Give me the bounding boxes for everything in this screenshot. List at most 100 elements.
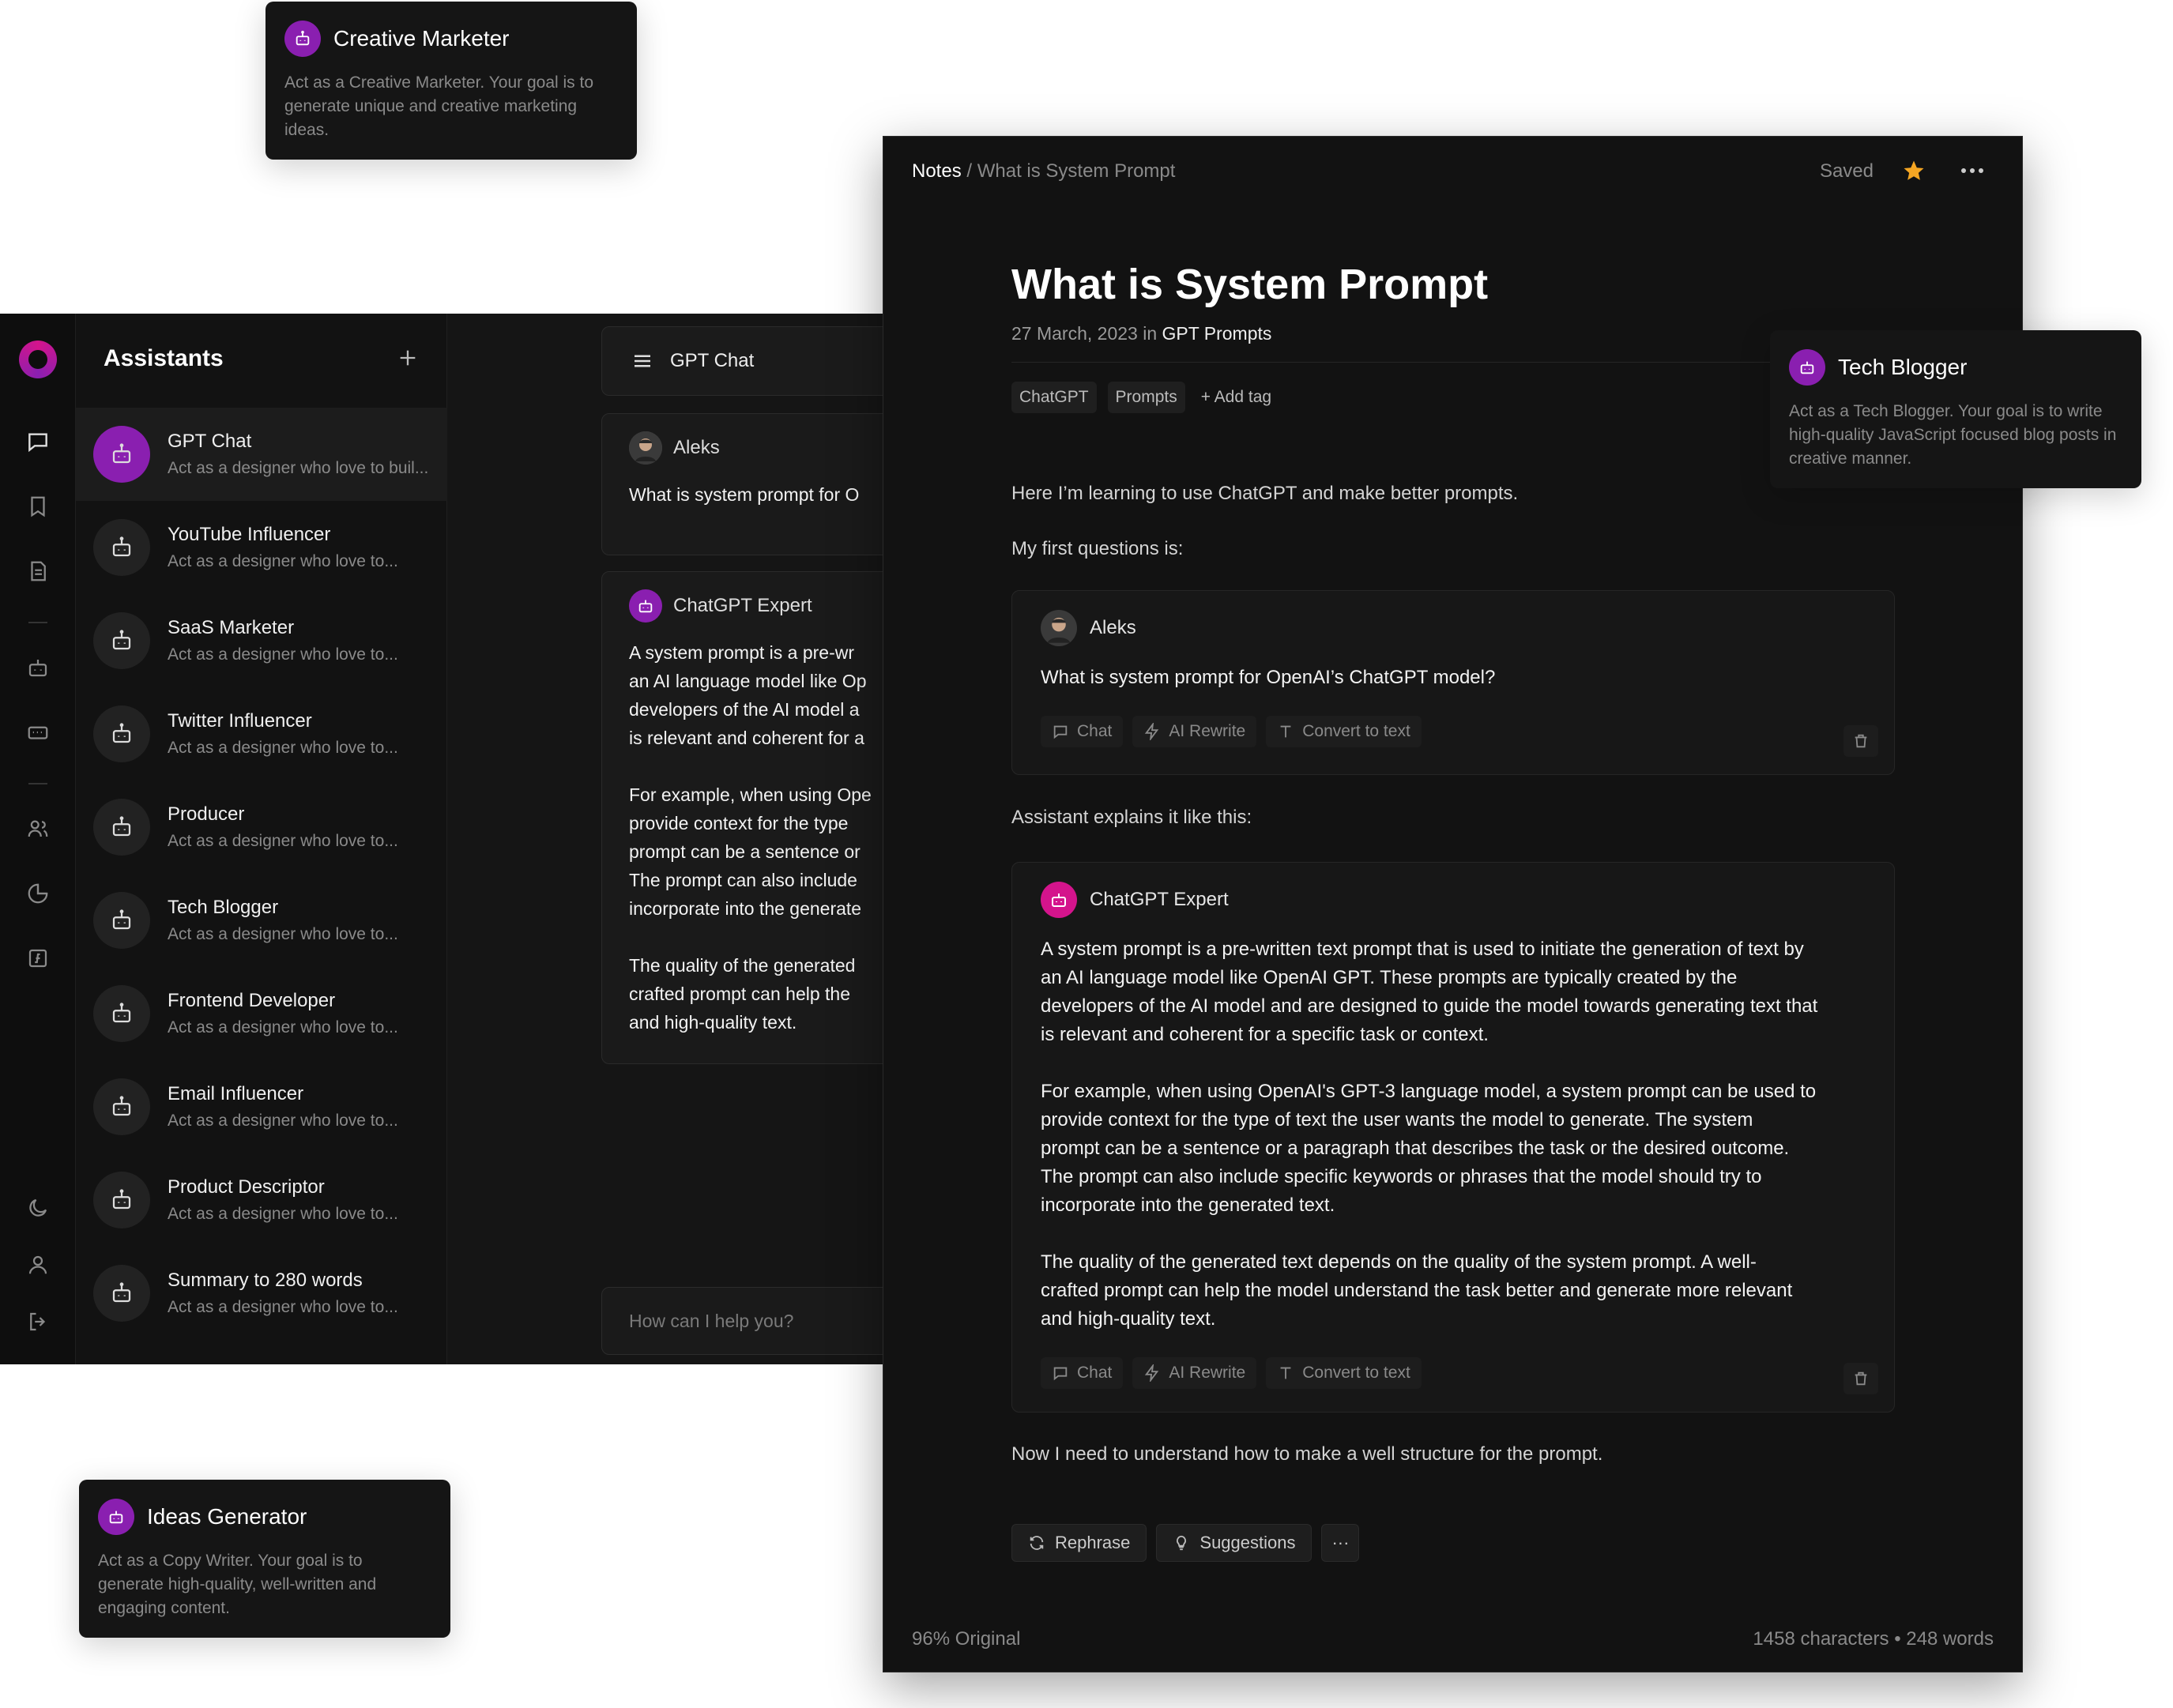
question-text: What is system prompt for OpenAI’s ChatG… xyxy=(1041,667,1496,688)
robot-icon xyxy=(93,426,150,483)
pie-chart-icon[interactable] xyxy=(24,879,52,908)
robot-icon xyxy=(93,1078,150,1135)
assistant-item[interactable]: Summary to 280 words Act as a designer wh… xyxy=(76,1247,447,1340)
bookmark-icon[interactable] xyxy=(24,492,52,521)
ai-rewrite-button[interactable]: AI Rewrite xyxy=(1132,1357,1257,1389)
tag-list: ChatGPT Prompts + Add tag xyxy=(1011,382,1271,413)
save-status: Saved xyxy=(1819,160,1874,182)
chat-button[interactable]: Chat xyxy=(1041,1357,1124,1389)
tag-chip[interactable]: Prompts xyxy=(1107,382,1185,413)
assistant-item[interactable]: SaaS Marketer Act as a designer who love … xyxy=(76,594,447,687)
note-paragraph: Assistant explains it like this: xyxy=(1011,807,1252,828)
robot-icon xyxy=(93,1172,150,1228)
more-actions-button[interactable]: ··· xyxy=(1321,1524,1360,1562)
ideas-generator-card[interactable]: Ideas Generator Act as a Copy Writer. Yo… xyxy=(79,1480,450,1638)
robot-icon[interactable] xyxy=(24,653,52,682)
trash-icon[interactable] xyxy=(1843,725,1878,757)
chat-icon[interactable] xyxy=(24,427,52,456)
rephrase-button[interactable]: Rephrase xyxy=(1011,1524,1147,1562)
assistant-item[interactable]: YouTube Influencer Act as a designer who … xyxy=(76,501,447,594)
tag-chip[interactable]: ChatGPT xyxy=(1011,382,1097,413)
assistant-name: Email Influencer xyxy=(168,1083,304,1104)
assistant-name: Summary to 280 words xyxy=(168,1270,363,1291)
suggestions-button[interactable]: Suggestions xyxy=(1156,1524,1312,1562)
breadcrumb: Notes / What is System Prompt xyxy=(912,160,1175,182)
bot-message-card: ChatGPT Expert A system prompt is a pre-… xyxy=(601,571,893,1064)
chat-title: GPT Chat xyxy=(670,350,755,371)
refresh-icon xyxy=(1030,1536,1044,1550)
chat-button[interactable]: Chat xyxy=(1041,716,1124,747)
convert-to-text-button[interactable]: Convert to text xyxy=(1266,716,1422,747)
card-description: Act as a Creative Marketer. Your goal is… xyxy=(284,73,594,139)
robot-icon xyxy=(93,892,150,949)
more-options-icon[interactable] xyxy=(1959,159,1986,188)
assistant-item[interactable]: Twitter Influencer Act as a designer who … xyxy=(76,687,447,781)
chat-header[interactable]: GPT Chat xyxy=(601,326,893,396)
assistant-item[interactable]: Producer Act as a designer who love to... xyxy=(76,781,447,874)
editor-actions: Rephrase Suggestions ··· xyxy=(1011,1524,1360,1562)
assistant-item[interactable]: GPT Chat Act as a designer who love to bu… xyxy=(76,408,447,501)
note-title[interactable]: What is System Prompt xyxy=(1011,260,1488,309)
text-icon xyxy=(1280,1367,1291,1379)
chat-column: GPT Chat Aleks What is system prompt for… xyxy=(447,314,893,1364)
app-logo[interactable] xyxy=(19,340,57,378)
button-label: Chat xyxy=(1077,1364,1113,1382)
breadcrumb-root[interactable]: Notes xyxy=(912,160,962,182)
trash-icon[interactable] xyxy=(1843,1363,1878,1394)
card-title: Creative Marketer xyxy=(333,26,510,51)
rail-divider xyxy=(28,783,47,784)
assistant-name: Producer xyxy=(168,803,245,825)
robot-icon xyxy=(98,1499,134,1535)
assistant-description: Act as a designer who love to buil... xyxy=(168,459,429,477)
assistant-name: SaaS Marketer xyxy=(168,617,295,638)
chat-icon xyxy=(1053,1367,1068,1381)
assistant-item[interactable]: Product Descriptor Act as a designer who … xyxy=(76,1153,447,1247)
card-description: Act as a Tech Blogger. Your goal is to w… xyxy=(1789,402,2117,468)
menu-icon[interactable] xyxy=(631,349,654,373)
keyboard-icon[interactable] xyxy=(24,718,52,747)
assistant-name: Tech Blogger xyxy=(168,897,279,918)
chat-input[interactable]: How can I help you? xyxy=(601,1287,893,1355)
assistant-item[interactable]: Email Influencer Act as a designer who lo… xyxy=(76,1060,447,1153)
card-title: Tech Blogger xyxy=(1838,355,1968,379)
convert-to-text-button[interactable]: Convert to text xyxy=(1266,1357,1422,1389)
robot-icon xyxy=(93,985,150,1042)
assistant-description: Act as a designer who love to... xyxy=(168,645,398,664)
rail-divider xyxy=(28,622,47,623)
panel-title: Assistants xyxy=(104,345,224,371)
users-icon[interactable] xyxy=(24,814,52,843)
assistant-item[interactable]: Tech Blogger Act as a designer who love t… xyxy=(76,874,447,967)
user-message: What is system prompt for O xyxy=(629,484,860,505)
assistant-item[interactable]: Frontend Developer Act as a designer who … xyxy=(76,967,447,1060)
assistant-name: YouTube Influencer xyxy=(168,524,331,545)
user-name: Aleks xyxy=(673,437,720,458)
assistants-app-window: Assistants GPT Chat Act as a designer who… xyxy=(0,314,893,1364)
note-category[interactable]: GPT Prompts xyxy=(1162,323,1272,344)
button-label: Convert to text xyxy=(1302,722,1410,740)
robot-icon xyxy=(93,519,150,576)
document-icon[interactable] xyxy=(24,557,52,585)
function-icon[interactable] xyxy=(24,944,52,973)
add-tag-button[interactable]: + Add tag xyxy=(1201,388,1271,407)
assistant-name: Twitter Influencer xyxy=(168,710,312,732)
tech-blogger-card[interactable]: Tech Blogger Act as a Tech Blogger. Your… xyxy=(1770,330,2141,488)
note-meta: 27 March, 2023 in GPT Prompts xyxy=(1011,323,1271,344)
user-message-card: Aleks What is system prompt for O xyxy=(601,413,893,555)
moon-icon[interactable] xyxy=(24,1194,52,1222)
creative-marketer-card[interactable]: Creative Marketer Act as a Creative Mark… xyxy=(266,2,637,160)
star-icon[interactable] xyxy=(1902,159,1926,186)
question-author: Aleks xyxy=(1090,617,1136,638)
ai-rewrite-button[interactable]: AI Rewrite xyxy=(1132,716,1257,747)
note-date: 27 March, 2023 in xyxy=(1011,323,1162,344)
robot-icon xyxy=(629,589,662,623)
button-label: Chat xyxy=(1077,722,1113,740)
user-icon[interactable] xyxy=(24,1251,52,1279)
add-assistant-button[interactable] xyxy=(392,342,424,374)
assistants-panel: Assistants GPT Chat Act as a designer who… xyxy=(76,314,447,1364)
logout-icon[interactable] xyxy=(24,1307,52,1336)
text-icon xyxy=(1280,725,1291,738)
bot-message: A system prompt is a pre-wr an AI langua… xyxy=(629,642,872,1033)
originality-score: 96% Original xyxy=(912,1628,1021,1650)
button-label: Suggestions xyxy=(1199,1533,1296,1552)
robot-icon xyxy=(1789,349,1825,386)
